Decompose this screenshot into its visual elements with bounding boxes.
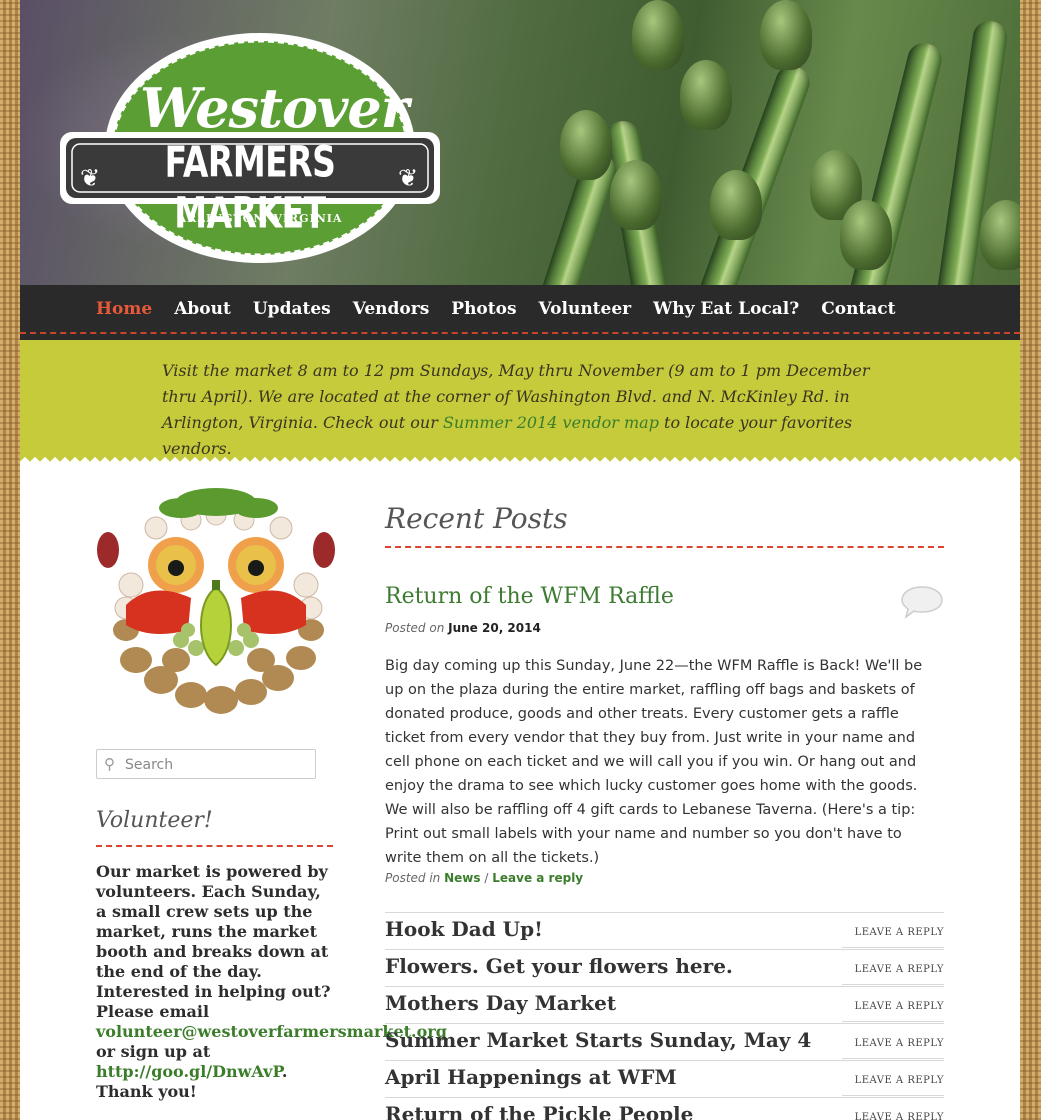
volunteer-widget-title: Volunteer! — [96, 808, 213, 833]
category-link[interactable]: News — [444, 871, 480, 885]
list-item: Summer Market Starts Sunday, May 4 LEAVE… — [385, 1023, 944, 1060]
volunteer-text-part: Our market is powered by volunteers. Eac… — [96, 862, 331, 1021]
post-body: Big day coming up this Sunday, June 22—t… — [385, 658, 923, 866]
post-date[interactable]: June 20, 2014 — [448, 621, 541, 635]
comment-bubble-icon[interactable] — [900, 584, 944, 620]
nav-item-vendors[interactable]: Vendors — [353, 299, 430, 319]
list-item: Return of the Pickle People LEAVE A REPL… — [385, 1097, 944, 1120]
search-input[interactable] — [123, 754, 312, 776]
list-item-title[interactable]: Hook Dad Up! — [385, 917, 543, 941]
list-item: Flowers. Get your flowers here. LEAVE A … — [385, 949, 944, 986]
leave-reply-link[interactable]: Leave a reply — [492, 871, 583, 885]
nav-item-home[interactable]: Home — [96, 299, 152, 319]
vegetable-face-image — [97, 488, 335, 714]
section-title: Recent Posts — [385, 502, 568, 535]
site-logo[interactable]: Westover ❦ FARMERS MARKET ❦ ARLINGTON, V… — [40, 18, 460, 268]
list-item: Hook Dad Up! LEAVE A REPLY — [385, 912, 944, 949]
section-title-divider — [385, 546, 944, 548]
list-item-reply-link[interactable]: LEAVE A REPLY — [855, 1001, 944, 1012]
main-nav: Home About Updates Vendors Photos Volunt… — [20, 285, 1020, 340]
list-item-reply-link[interactable]: LEAVE A REPLY — [855, 927, 944, 938]
nav-item-photos[interactable]: Photos — [451, 299, 516, 319]
nav-item-updates[interactable]: Updates — [253, 299, 331, 319]
wheat-right-icon: ❦ — [398, 164, 419, 192]
list-item-title[interactable]: Summer Market Starts Sunday, May 4 — [385, 1028, 811, 1052]
logo-location: ARLINGTON, VIRGINIA — [177, 212, 343, 225]
volunteer-title-divider — [96, 845, 333, 847]
nav-items: Home About Updates Vendors Photos Volunt… — [96, 299, 918, 319]
list-item-title[interactable]: Mothers Day Market — [385, 991, 616, 1015]
nav-item-about[interactable]: About — [174, 299, 231, 319]
post-date-line: Posted on June 20, 2014 — [385, 621, 541, 635]
volunteer-widget-text: Our market is powered by volunteers. Eac… — [96, 862, 447, 1102]
nav-divider — [20, 332, 1020, 334]
volunteer-text-part: or sign up at — [96, 1042, 211, 1061]
nav-item-contact[interactable]: Contact — [821, 299, 895, 319]
header-banner: Westover ❦ FARMERS MARKET ❦ ARLINGTON, V… — [20, 0, 1020, 285]
list-item-title[interactable]: Flowers. Get your flowers here. — [385, 954, 733, 978]
nav-item-why-eat-local[interactable]: Why Eat Local? — [653, 299, 799, 319]
search-icon: ⚲ — [104, 755, 115, 773]
post-meta: Posted in News / Leave a reply — [385, 871, 583, 885]
market-hours-notice: Visit the market 8 am to 12 pm Sundays, … — [20, 340, 1020, 458]
wheat-left-icon: ❦ — [80, 164, 101, 192]
list-item-title[interactable]: April Happenings at WFM — [385, 1065, 677, 1089]
list-item-reply-link[interactable]: LEAVE A REPLY — [855, 1075, 944, 1086]
nav-item-volunteer[interactable]: Volunteer — [539, 299, 632, 319]
logo-script-text: Westover — [140, 76, 409, 140]
list-item-reply-link[interactable]: LEAVE A REPLY — [855, 964, 944, 975]
notice-text: Visit the market 8 am to 12 pm Sundays, … — [162, 358, 882, 462]
list-item-title[interactable]: Return of the Pickle People — [385, 1102, 693, 1120]
list-item-reply-link[interactable]: LEAVE A REPLY — [855, 1112, 944, 1120]
page: Westover ❦ FARMERS MARKET ❦ ARLINGTON, V… — [20, 0, 1020, 1120]
posted-in-label: Posted in — [385, 871, 441, 885]
list-item: April Happenings at WFM LEAVE A REPLY — [385, 1060, 944, 1097]
post-title-link[interactable]: Return of the WFM Raffle — [385, 584, 674, 609]
list-item: Mothers Day Market LEAVE A REPLY — [385, 986, 944, 1023]
notice-zigzag-edge — [20, 455, 1020, 465]
posted-on-label: Posted on — [385, 621, 445, 635]
signup-link[interactable]: http://goo.gl/DnwAvP — [96, 1062, 282, 1081]
vendor-map-link[interactable]: Summer 2014 vendor map — [443, 413, 659, 432]
list-item-reply-link[interactable]: LEAVE A REPLY — [855, 1038, 944, 1049]
recent-posts-list: Hook Dad Up! LEAVE A REPLY Flowers. Get … — [385, 912, 944, 1120]
meta-separator: / — [484, 871, 489, 885]
search-box[interactable]: ⚲ — [96, 749, 316, 779]
